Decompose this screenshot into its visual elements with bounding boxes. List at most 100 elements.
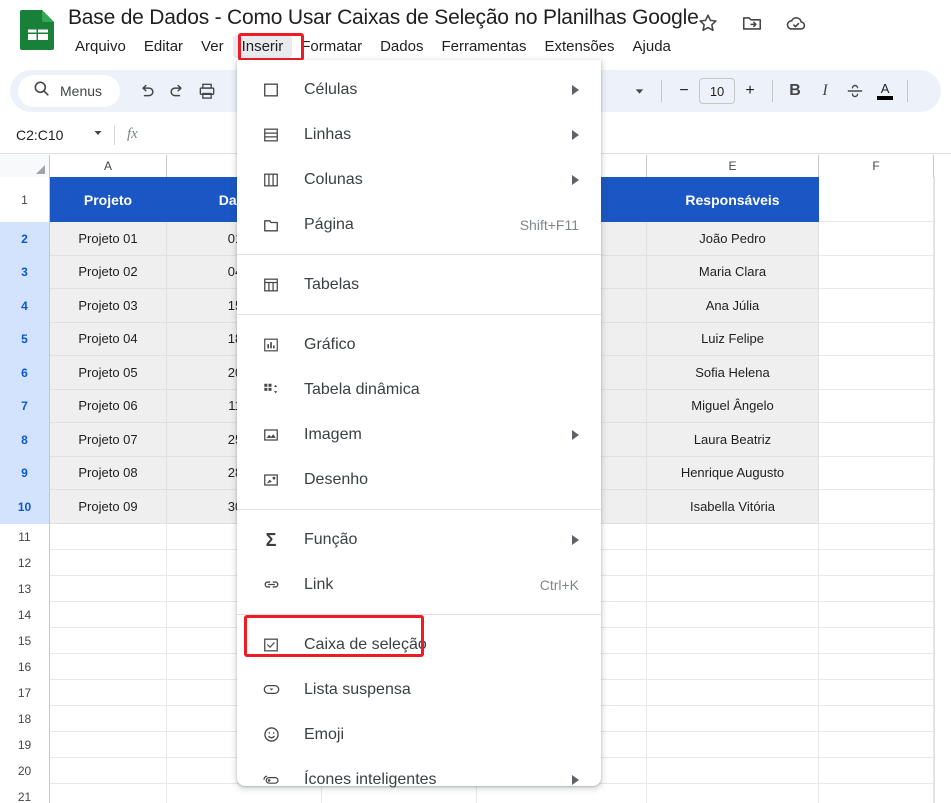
- row-header-18[interactable]: 18: [0, 705, 50, 732]
- document-title[interactable]: Base de Dados - Como Usar Caixas de Sele…: [68, 6, 699, 30]
- cell-A18[interactable]: [50, 705, 167, 732]
- menu-item-tabelas[interactable]: Tabelas: [237, 262, 601, 307]
- cell-A13[interactable]: [50, 575, 167, 602]
- cell-E20[interactable]: [647, 757, 819, 784]
- cell-F10[interactable]: [819, 490, 934, 524]
- row-header-14[interactable]: 14: [0, 601, 50, 628]
- cell-F9[interactable]: [819, 456, 934, 490]
- row-header-4[interactable]: 4: [0, 289, 50, 323]
- cell-E18[interactable]: [647, 705, 819, 732]
- menu-item-pagina[interactable]: Página Shift+F11: [237, 202, 601, 247]
- cell-E21[interactable]: [647, 783, 819, 803]
- menu-formatar[interactable]: Formatar: [292, 35, 371, 58]
- print-icon[interactable]: [192, 76, 222, 106]
- menu-item-imagem[interactable]: Imagem: [237, 412, 601, 457]
- cell-A6[interactable]: Projeto 05: [50, 356, 167, 390]
- header-cell-A1[interactable]: Projeto: [50, 177, 167, 222]
- cell-F6[interactable]: [819, 356, 934, 390]
- cell-A14[interactable]: [50, 601, 167, 628]
- header-cell-E1[interactable]: Responsáveis: [647, 177, 819, 222]
- cell-F13[interactable]: [819, 575, 934, 602]
- cell-F4[interactable]: [819, 289, 934, 323]
- cell-E5[interactable]: Luiz Felipe: [647, 322, 819, 356]
- menu-extensoes[interactable]: Extensões: [535, 35, 623, 58]
- font-size-input[interactable]: 10: [699, 78, 736, 104]
- menu-item-caixa-de-selecao[interactable]: Caixa de seleção: [237, 615, 601, 667]
- cell-A21[interactable]: [50, 783, 167, 803]
- cell-E8[interactable]: Laura Beatriz: [647, 423, 819, 457]
- menu-item-grafico[interactable]: Gráfico: [237, 322, 601, 367]
- menu-ferramentas[interactable]: Ferramentas: [432, 35, 535, 58]
- cell-E2[interactable]: João Pedro: [647, 222, 819, 256]
- row-header-12[interactable]: 12: [0, 549, 50, 576]
- row-header-8[interactable]: 8: [0, 423, 50, 457]
- cell-E3[interactable]: Maria Clara: [647, 255, 819, 289]
- menu-item-tabela-dinamica[interactable]: Tabela dinâmica: [237, 367, 601, 412]
- cell-A4[interactable]: Projeto 03: [50, 289, 167, 323]
- column-header-g[interactable]: [934, 155, 951, 177]
- cell-A15[interactable]: [50, 627, 167, 654]
- menu-item-colunas[interactable]: Colunas: [237, 157, 601, 202]
- italic-button[interactable]: I: [810, 76, 840, 106]
- cell-A3[interactable]: Projeto 02: [50, 255, 167, 289]
- menu-item-icones-inteligentes[interactable]: Ícones inteligentes: [237, 757, 601, 802]
- strikethrough-icon[interactable]: [840, 76, 870, 106]
- cell-F11[interactable]: [819, 523, 934, 550]
- cloud-saved-icon[interactable]: [785, 12, 807, 34]
- row-header-5[interactable]: 5: [0, 322, 50, 356]
- cell-E15[interactable]: [647, 627, 819, 654]
- cell-A7[interactable]: Projeto 06: [50, 389, 167, 423]
- menu-item-funcao[interactable]: Σ Função: [237, 517, 601, 562]
- cell-A11[interactable]: [50, 523, 167, 550]
- menu-inserir[interactable]: Inserir: [232, 35, 293, 58]
- menu-ver[interactable]: Ver: [192, 35, 233, 58]
- move-to-folder-icon[interactable]: [741, 12, 763, 34]
- menu-dados[interactable]: Dados: [371, 35, 432, 58]
- row-header-15[interactable]: 15: [0, 627, 50, 654]
- cell-F19[interactable]: [819, 731, 934, 758]
- cell-A10[interactable]: Projeto 09: [50, 490, 167, 524]
- row-header-6[interactable]: 6: [0, 356, 50, 390]
- redo-icon[interactable]: [162, 76, 192, 106]
- row-header-20[interactable]: 20: [0, 757, 50, 784]
- cell-A17[interactable]: [50, 679, 167, 706]
- cell-E17[interactable]: [647, 679, 819, 706]
- cell-F8[interactable]: [819, 423, 934, 457]
- row-header-9[interactable]: 9: [0, 456, 50, 490]
- cell-F7[interactable]: [819, 389, 934, 423]
- row-header-21[interactable]: 21: [0, 783, 50, 803]
- decrease-font-size-button[interactable]: −: [669, 76, 699, 106]
- menu-item-celulas[interactable]: Células: [237, 67, 601, 112]
- cell-F15[interactable]: [819, 627, 934, 654]
- row-header-11[interactable]: 11: [0, 523, 50, 550]
- menu-editar[interactable]: Editar: [135, 35, 192, 58]
- row-header-2[interactable]: 2: [0, 222, 50, 256]
- cell-A16[interactable]: [50, 653, 167, 680]
- name-box-chevron-down-icon[interactable]: [92, 126, 104, 144]
- column-header-f[interactable]: F: [819, 155, 934, 177]
- row-header-16[interactable]: 16: [0, 653, 50, 680]
- cell-A19[interactable]: [50, 731, 167, 758]
- search-menus-button[interactable]: Menus: [18, 75, 121, 107]
- column-header-e[interactable]: E: [647, 155, 819, 177]
- cell-E9[interactable]: Henrique Augusto: [647, 456, 819, 490]
- cell-A5[interactable]: Projeto 04: [50, 322, 167, 356]
- cell-F16[interactable]: [819, 653, 934, 680]
- name-box[interactable]: C2:C10: [10, 122, 110, 148]
- font-family-chevron-down-icon[interactable]: [624, 76, 654, 106]
- column-header-a[interactable]: A: [50, 155, 167, 177]
- row-header-17[interactable]: 17: [0, 679, 50, 706]
- text-color-icon[interactable]: A: [870, 76, 900, 106]
- bold-button[interactable]: B: [780, 76, 810, 106]
- cell-F12[interactable]: [819, 549, 934, 576]
- cell-F2[interactable]: [819, 222, 934, 256]
- row-header-1[interactable]: 1: [0, 177, 50, 222]
- cell-E19[interactable]: [647, 731, 819, 758]
- cell-A2[interactable]: Projeto 01: [50, 222, 167, 256]
- row-header-3[interactable]: 3: [0, 255, 50, 289]
- cell-E11[interactable]: [647, 523, 819, 550]
- cell-F20[interactable]: [819, 757, 934, 784]
- row-header-19[interactable]: 19: [0, 731, 50, 758]
- cell-E10[interactable]: Isabella Vitória: [647, 490, 819, 524]
- row-header-13[interactable]: 13: [0, 575, 50, 602]
